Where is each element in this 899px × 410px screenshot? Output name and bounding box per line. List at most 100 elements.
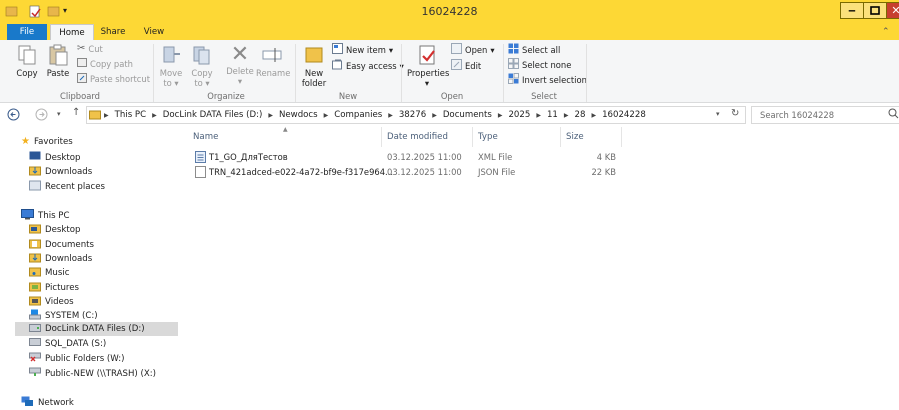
column-header-size[interactable]: Size <box>566 132 584 142</box>
new-folder-quick-icon[interactable] <box>47 4 60 18</box>
back-icon[interactable] <box>7 108 20 124</box>
nav-item-system-c[interactable]: SYSTEM (C:) <box>29 309 98 323</box>
properties-quick-icon[interactable] <box>28 4 41 18</box>
paste-label: Paste <box>46 68 70 78</box>
chevron-right-icon[interactable]: ▶ <box>324 112 329 119</box>
select-all-button[interactable]: Select all <box>508 43 560 56</box>
chevron-right-icon[interactable]: ▶ <box>268 112 273 119</box>
chevron-right-icon[interactable]: ▶ <box>564 112 569 119</box>
tab-share[interactable]: Share <box>95 24 131 40</box>
drive-icon <box>29 338 41 349</box>
column-divider[interactable] <box>560 127 561 147</box>
file-name[interactable]: T1_GO_ДляТестов <box>209 152 288 162</box>
breadcrumb-2025[interactable]: 2025 <box>508 110 530 120</box>
nav-item-pictures[interactable]: Pictures <box>29 281 79 295</box>
nav-item-downloads[interactable]: Downloads <box>29 252 92 266</box>
chevron-right-icon[interactable]: ▶ <box>536 112 541 119</box>
nav-this-pc-label: This PC <box>38 211 70 221</box>
nav-item-videos[interactable]: Videos <box>29 295 74 309</box>
chevron-right-icon[interactable]: ▶ <box>388 112 393 119</box>
copy-button[interactable]: Copy <box>14 44 40 78</box>
column-divider[interactable] <box>621 127 622 147</box>
open-group-label: Open <box>440 91 464 101</box>
edit-button[interactable]: Edit <box>451 59 481 72</box>
file-date: 03.12.2025 11:00 <box>387 152 462 162</box>
breadcrumb-documents[interactable]: Documents <box>443 110 492 120</box>
minimize-button[interactable]: ‒ <box>840 2 864 19</box>
search-icon[interactable] <box>888 108 899 122</box>
copy-path-button[interactable]: Copy path <box>77 58 133 69</box>
nav-network[interactable]: Network <box>21 396 74 410</box>
paste-button[interactable]: Paste <box>45 44 71 78</box>
column-divider[interactable] <box>472 127 473 147</box>
collapse-ribbon-icon[interactable]: ⌃ <box>882 27 890 37</box>
copy-to-label-2: to <box>194 78 203 88</box>
tab-view[interactable]: View <box>137 24 171 40</box>
column-divider[interactable] <box>381 127 382 147</box>
refresh-icon[interactable]: ↻ <box>731 108 739 119</box>
delete-button[interactable]: ✕ Delete ▾ <box>225 42 255 87</box>
chevron-right-icon[interactable]: ▶ <box>152 112 157 119</box>
nav-item-label: SYSTEM (C:) <box>45 311 98 321</box>
breadcrumb-companies[interactable]: Companies <box>334 110 382 120</box>
nav-favorites[interactable]: ★ Favorites <box>21 136 73 147</box>
close-button[interactable]: ✕ <box>886 2 899 19</box>
file-name[interactable]: TRN_421adced-e022-4a72-bf9e-f317e964... <box>209 167 393 177</box>
nav-item-recent-places[interactable]: Recent places <box>29 180 105 194</box>
clipboard-group-label: Clipboard <box>59 91 100 101</box>
nav-item-sql-data[interactable]: SQL_DATA (S:) <box>29 338 106 349</box>
nav-item-music[interactable]: Music <box>29 266 69 280</box>
open-button[interactable]: Open ▾ <box>451 43 495 56</box>
downloads-icon <box>29 252 41 266</box>
cut-button[interactable]: ✂ Cut <box>77 43 103 54</box>
invert-selection-button[interactable]: Invert selection <box>508 73 587 86</box>
nav-item-public-new[interactable]: Public-NEW (\\TRASH) (X:) <box>29 367 156 380</box>
up-arrow-icon[interactable]: ↑ <box>72 107 80 118</box>
delete-x-icon: ✕ <box>230 42 250 67</box>
nav-this-pc[interactable]: This PC <box>21 209 69 223</box>
chevron-right-icon[interactable]: ▶ <box>432 112 437 119</box>
copy-to-button[interactable]: Copy to ▾ <box>189 44 215 88</box>
tab-home[interactable]: Home <box>50 24 94 40</box>
nav-item-label: SQL_DATA (S:) <box>45 338 107 349</box>
select-none-button[interactable]: Select none <box>508 58 571 71</box>
breadcrumb-38276[interactable]: 38276 <box>399 110 426 120</box>
breadcrumb-newdocs[interactable]: Newdocs <box>279 110 318 120</box>
recent-locations-icon[interactable]: ▾ <box>57 110 61 118</box>
new-item-button[interactable]: New item ▾ <box>332 43 393 56</box>
column-header-date-modified[interactable]: Date modified <box>387 132 448 142</box>
column-header-name[interactable]: Name <box>193 132 218 142</box>
maximize-button[interactable] <box>863 2 887 19</box>
nav-item-doclink-data-files[interactable]: DocLink DATA Files (D:) <box>15 322 178 336</box>
copy-label: Copy <box>16 68 38 78</box>
xml-file-icon <box>195 151 206 166</box>
paste-shortcut-button[interactable]: Paste shortcut <box>77 73 150 85</box>
chevron-right-icon[interactable]: ▶ <box>498 112 503 119</box>
nav-item-desktop[interactable]: Desktop <box>29 151 80 164</box>
easy-access-label: Easy access <box>346 60 397 71</box>
breadcrumb-16024228[interactable]: 16024228 <box>602 110 646 120</box>
breadcrumb-28[interactable]: 28 <box>575 110 586 120</box>
nav-item-downloads[interactable]: Downloads <box>29 165 92 179</box>
nav-item-desktop[interactable]: Desktop <box>29 223 80 237</box>
move-to-label-2: to <box>163 78 172 88</box>
breadcrumb-11[interactable]: 11 <box>547 110 558 120</box>
breadcrumb-doclink-data-files[interactable]: DocLink DATA Files (D:) <box>163 110 263 120</box>
customize-dropdown-icon[interactable]: ▾ <box>63 6 76 20</box>
breadcrumb-this-pc[interactable]: This PC <box>115 110 146 120</box>
tab-file[interactable]: File <box>7 24 47 40</box>
move-to-button[interactable]: Move to ▾ <box>158 44 184 88</box>
nav-item-public-folders[interactable]: Public Folders (W:) <box>29 352 125 365</box>
rename-button[interactable]: Rename <box>256 44 290 78</box>
nav-item-label: Videos <box>45 297 74 307</box>
nav-item-documents[interactable]: Documents <box>29 238 94 252</box>
new-folder-button[interactable]: New folder <box>300 44 328 88</box>
column-header-type[interactable]: Type <box>478 132 498 142</box>
properties-button[interactable]: Properties ▾ <box>407 44 449 88</box>
address-dropdown-icon[interactable]: ▾ <box>716 110 720 118</box>
new-folder-icon <box>303 44 325 68</box>
forward-icon[interactable] <box>35 108 48 124</box>
easy-access-button[interactable]: Easy access ▾ <box>332 59 404 72</box>
chevron-right-icon[interactable]: ▶ <box>591 112 596 119</box>
nav-item-label: Downloads <box>45 167 93 177</box>
